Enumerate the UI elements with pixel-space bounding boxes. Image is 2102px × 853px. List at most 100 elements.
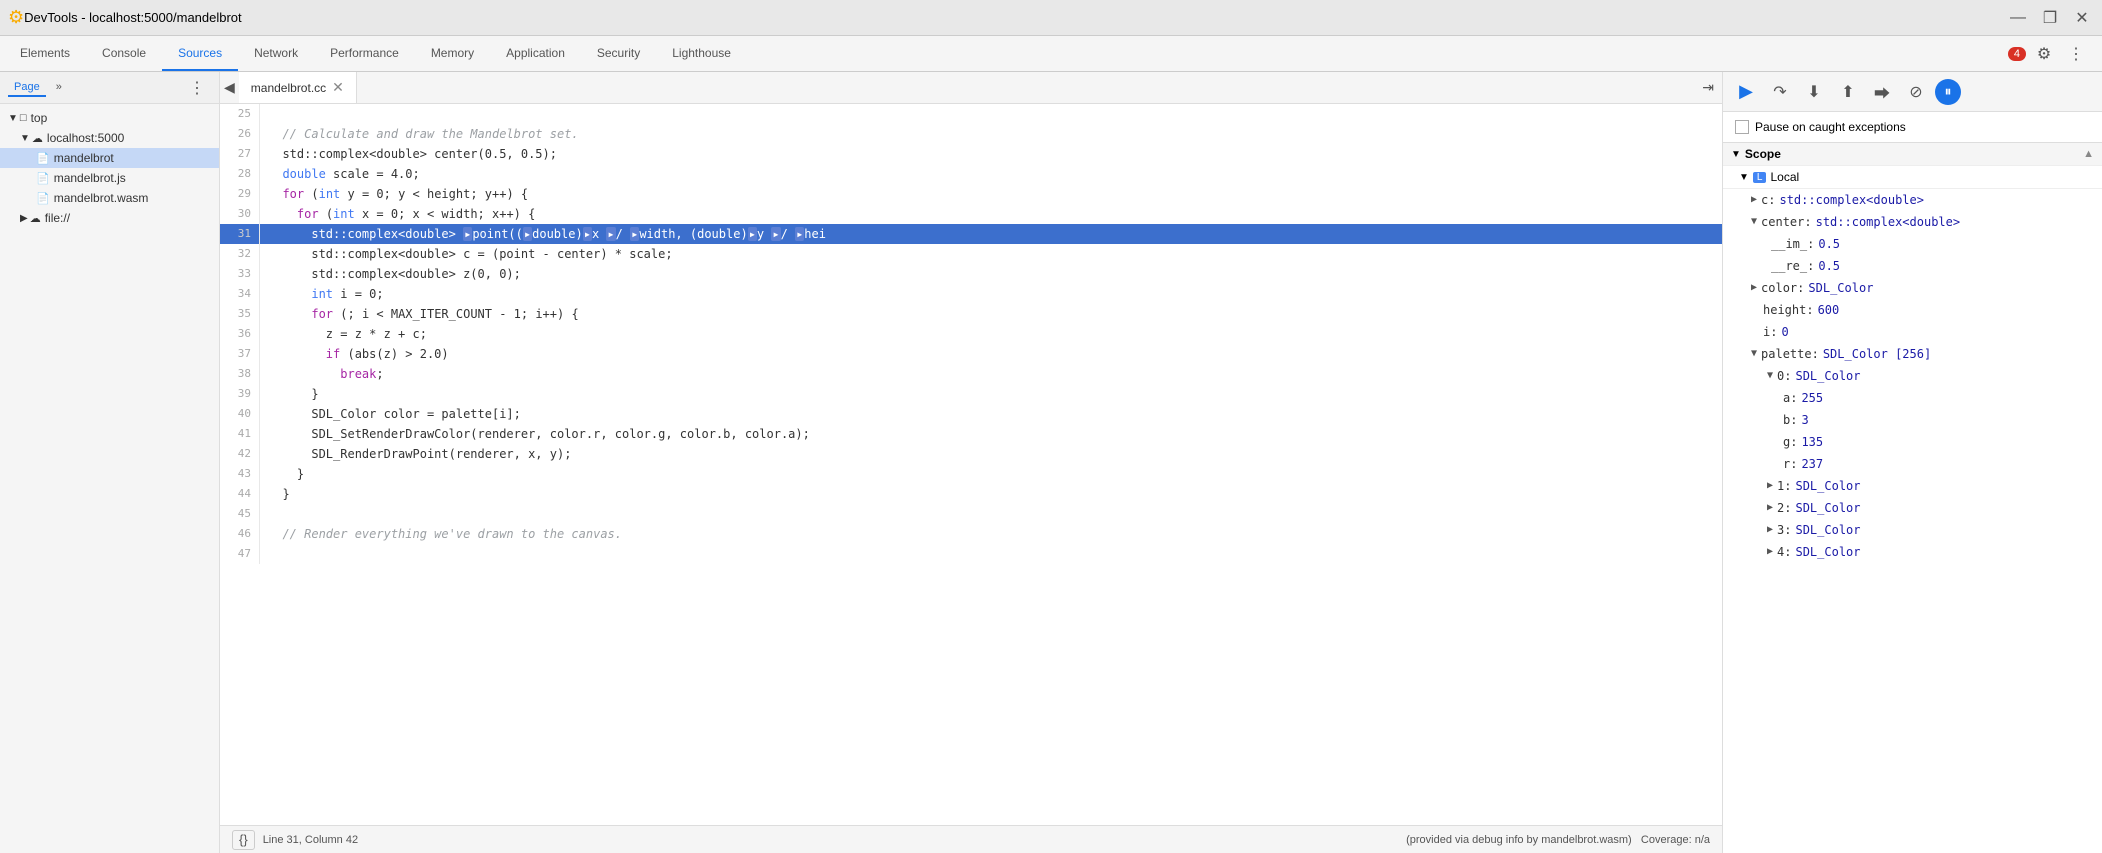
step-over-button[interactable]: ↷ <box>1765 77 1795 107</box>
debug-info-status: (provided via debug info by mandelbrot.w… <box>1406 834 1710 846</box>
code-nav-back[interactable]: ◀ <box>220 75 239 100</box>
tab-performance[interactable]: Performance <box>314 36 415 71</box>
format-button[interactable]: ⇥ <box>1702 79 1714 96</box>
cloud-icon-localhost: ☁ <box>32 132 43 145</box>
more-button[interactable]: ⋮ <box>2062 40 2090 68</box>
tab-elements[interactable]: Elements <box>4 36 86 71</box>
code-panel: ◀ mandelbrot.cc ✕ ⇥ 25 26 // Calculate a… <box>220 72 1722 853</box>
code-line-26: 26 // Calculate and draw the Mandelbrot … <box>220 124 1722 144</box>
tab-sources[interactable]: Sources <box>162 36 238 71</box>
code-line-28: 28 double scale = 4.0; <box>220 164 1722 184</box>
deactivate-breakpoints-button[interactable]: ⊘ <box>1901 77 1931 107</box>
code-area[interactable]: 25 26 // Calculate and draw the Mandelbr… <box>220 104 1722 825</box>
tab-memory[interactable]: Memory <box>415 36 490 71</box>
error-badge: 4 <box>2008 47 2026 61</box>
scope-collapse-btn: ▲ <box>2083 148 2094 160</box>
scope-item-center[interactable]: ▼ center: std::complex<double> <box>1723 211 2102 233</box>
step-button[interactable]: ⮕ <box>1867 77 1897 107</box>
tab-lighthouse[interactable]: Lighthouse <box>656 36 747 71</box>
tab-bar-right: 4 ⚙ ⋮ <box>2000 36 2098 71</box>
tab-console[interactable]: Console <box>86 36 162 71</box>
scope-item-g: g: 135 <box>1723 431 2102 453</box>
fp-tab-more[interactable]: » <box>50 79 68 97</box>
tree-item-localhost[interactable]: ▼ ☁ localhost:5000 <box>0 128 219 148</box>
code-line-43: 43 } <box>220 464 1722 484</box>
code-line-29: 29 for (int y = 0; y < height; y++) { <box>220 184 1722 204</box>
code-line-39: 39 } <box>220 384 1722 404</box>
code-line-44: 44 } <box>220 484 1722 504</box>
scope-item-a: a: 255 <box>1723 387 2102 409</box>
scope-item-palette[interactable]: ▼ palette: SDL_Color [256] <box>1723 343 2102 365</box>
scope-item-palette-0[interactable]: ▼ 0: SDL_Color <box>1723 365 2102 387</box>
code-line-40: 40 SDL_Color color = palette[i]; <box>220 404 1722 424</box>
file-icon-mandelbrot: 📄 <box>36 152 50 165</box>
scope-item-palette-1[interactable]: ▶ 1: SDL_Color <box>1723 475 2102 497</box>
scope-panel: ▶ ↷ ⬇ ⬆ ⮕ ⊘ ⏸ Pause on caught exceptions… <box>1722 72 2102 853</box>
window-controls: — ❐ ✕ <box>2006 6 2094 30</box>
tree-arrow-file: ▶ <box>20 213 28 224</box>
palette-4-arrow: ▶ <box>1767 543 1773 561</box>
minimize-button[interactable]: — <box>2006 6 2030 30</box>
step-out-button[interactable]: ⬆ <box>1833 77 1863 107</box>
scope-item-palette-2[interactable]: ▶ 2: SDL_Color <box>1723 497 2102 519</box>
code-line-37: 37 if (abs(z) > 2.0) <box>220 344 1722 364</box>
scope-section: ▼ Scope ▲ ▼ L Local ▶ c: std::complex<do… <box>1723 143 2102 853</box>
local-arrow: ▼ <box>1739 172 1749 183</box>
code-tab-mandelbrot[interactable]: mandelbrot.cc ✕ <box>239 72 357 103</box>
tab-application[interactable]: Application <box>490 36 581 71</box>
pause-on-exceptions-button[interactable]: ⏸ <box>1935 79 1961 105</box>
tree-item-mandelbrot-wasm[interactable]: 📄 mandelbrot.wasm <box>0 188 219 208</box>
file-tree: ▼ □ top ▼ ☁ localhost:5000 📄 mandelbrot … <box>0 104 219 853</box>
cloud-icon-file: ☁ <box>30 212 41 225</box>
tree-item-top[interactable]: ▼ □ top <box>0 108 219 128</box>
code-line-35: 35 for (; i < MAX_ITER_COUNT - 1; i++) { <box>220 304 1722 324</box>
pause-exceptions-checkbox[interactable] <box>1735 120 1749 134</box>
settings-button[interactable]: ⚙ <box>2030 40 2058 68</box>
tree-item-mandelbrot[interactable]: 📄 mandelbrot <box>0 148 219 168</box>
tree-item-file[interactable]: ▶ ☁ file:// <box>0 208 219 228</box>
code-line-34: 34 int i = 0; <box>220 284 1722 304</box>
code-line-45: 45 <box>220 504 1722 524</box>
palette-0-expand-arrow: ▼ <box>1767 367 1773 385</box>
scope-item-color[interactable]: ▶ color: SDL_Color <box>1723 277 2102 299</box>
tree-label-mandelbrot-js: mandelbrot.js <box>54 171 126 185</box>
tree-arrow-top: ▼ <box>8 113 18 124</box>
file-panel-tabs: Page » <box>8 79 68 97</box>
file-panel-header: Page » ⋮ <box>0 72 219 104</box>
debug-toolbar: ▶ ↷ ⬇ ⬆ ⮕ ⊘ ⏸ <box>1723 72 2102 112</box>
maximize-button[interactable]: ❐ <box>2038 6 2062 30</box>
close-button[interactable]: ✕ <box>2070 6 2094 30</box>
file-panel: Page » ⋮ ▼ □ top ▼ ☁ localhost:5000 📄 ma… <box>0 72 220 853</box>
scope-item-re: __re_: 0.5 <box>1723 255 2102 277</box>
scope-item-b: b: 3 <box>1723 409 2102 431</box>
scope-item-palette-3[interactable]: ▶ 3: SDL_Color <box>1723 519 2102 541</box>
scope-item-palette-4[interactable]: ▶ 4: SDL_Color <box>1723 541 2102 563</box>
resume-button[interactable]: ▶ <box>1731 77 1761 107</box>
tree-label-file: file:// <box>45 211 70 225</box>
code-line-41: 41 SDL_SetRenderDrawColor(renderer, colo… <box>220 424 1722 444</box>
scope-header[interactable]: ▼ Scope ▲ <box>1723 143 2102 166</box>
local-header[interactable]: ▼ L Local <box>1723 166 2102 189</box>
tree-arrow-localhost: ▼ <box>20 133 30 144</box>
main-content: Page » ⋮ ▼ □ top ▼ ☁ localhost:5000 📄 ma… <box>0 72 2102 853</box>
format-icon: {} <box>239 832 248 847</box>
file-icon-wasm: 📄 <box>36 192 50 205</box>
tab-security[interactable]: Security <box>581 36 656 71</box>
code-content: 25 26 // Calculate and draw the Mandelbr… <box>220 104 1722 564</box>
fp-tab-page[interactable]: Page <box>8 79 46 97</box>
center-expand-arrow: ▼ <box>1751 213 1757 231</box>
local-badge: L <box>1753 172 1767 183</box>
code-tab-close[interactable]: ✕ <box>332 79 344 96</box>
tab-network[interactable]: Network <box>238 36 314 71</box>
code-line-30: 30 for (int x = 0; x < width; x++) { <box>220 204 1722 224</box>
file-panel-more-button[interactable]: ⋮ <box>183 74 211 102</box>
tree-label-top: top <box>31 111 48 125</box>
scope-item-im: __im_: 0.5 <box>1723 233 2102 255</box>
code-line-38: 38 break; <box>220 364 1722 384</box>
scope-item-c[interactable]: ▶ c: std::complex<double> <box>1723 189 2102 211</box>
main-tab-bar: Elements Console Sources Network Perform… <box>0 36 2102 72</box>
tree-item-mandelbrot-js[interactable]: 📄 mandelbrot.js <box>0 168 219 188</box>
format-pretty-button[interactable]: {} <box>232 830 255 850</box>
step-into-button[interactable]: ⬇ <box>1799 77 1829 107</box>
code-line-31: 31 std::complex<double> ▸point((▸double)… <box>220 224 1722 244</box>
